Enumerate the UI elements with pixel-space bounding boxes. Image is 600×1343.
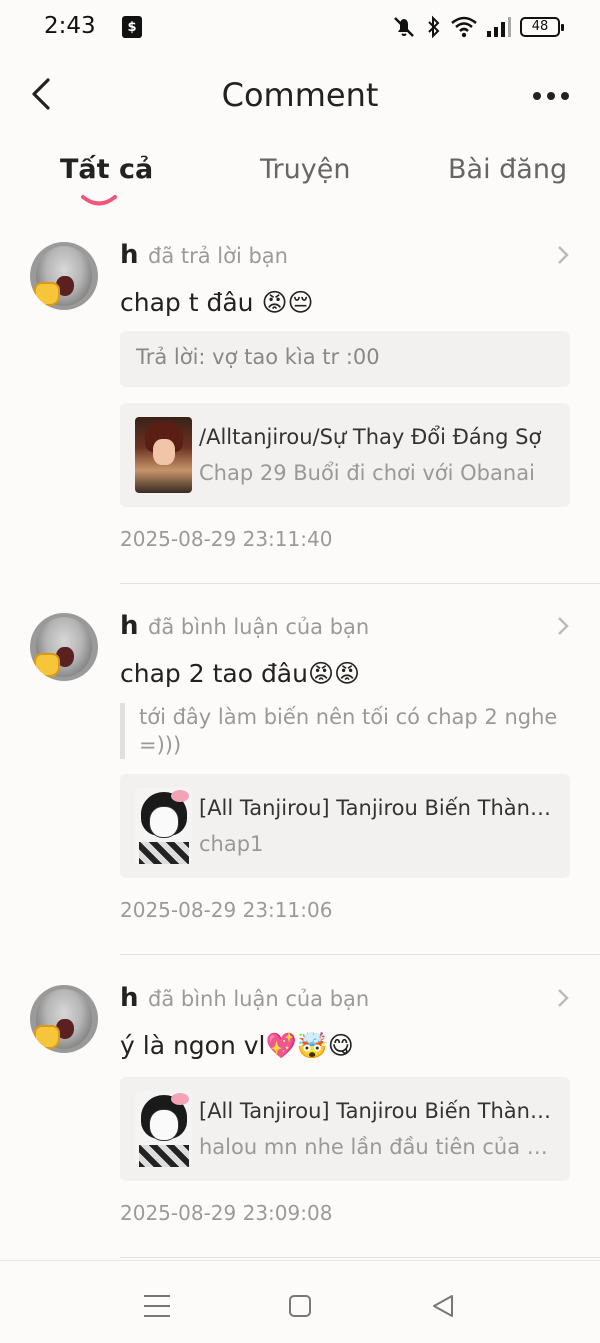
story-card[interactable]: /Alltanjirou/Sự Thay Đổi Đáng Sợ Chap 29… <box>120 403 570 507</box>
story-subtitle: halou mn nhe lần đầu tiên của em... <box>199 1135 559 1159</box>
home-icon[interactable] <box>289 1295 311 1317</box>
story-title: [All Tanjirou] Tanjirou Biến Thành ... <box>199 1099 559 1123</box>
dot-icon <box>561 92 569 100</box>
back-icon[interactable] <box>430 1293 456 1319</box>
story-card[interactable]: [All Tanjirou] Tanjirou Biến Thành ... c… <box>120 774 570 878</box>
story-subtitle: chap1 <box>199 832 264 856</box>
avatar[interactable] <box>30 242 98 310</box>
chevron-right-icon[interactable] <box>556 987 570 1009</box>
comment-text: chap 2 tao đâu😡😡 <box>120 659 361 688</box>
signal-icon <box>487 17 511 37</box>
shopping-bag-icon: $ <box>122 16 142 38</box>
cover-kimono <box>139 842 189 864</box>
divider <box>120 583 600 584</box>
action-text: đã bình luận của bạn <box>148 987 370 1011</box>
bluetooth-icon <box>428 15 440 39</box>
status-time: 2:43 <box>44 13 96 39</box>
cover-face <box>153 439 175 465</box>
story-cover-image <box>135 1091 192 1167</box>
quoted-comment: tới đây làm biến nên tối có chap 2 nghe … <box>120 703 560 759</box>
active-tab-indicator <box>81 195 117 206</box>
notification-item[interactable]: h đã trả lời bạn chap t đâu 😡😔 Trả lời: … <box>0 236 600 584</box>
notification-item[interactable]: h đã bình luận của bạn chap 2 tao đâu😡😡 … <box>0 607 600 955</box>
avatar[interactable] <box>30 613 98 681</box>
cover-kimono <box>139 1145 189 1167</box>
avatar[interactable] <box>30 985 98 1053</box>
chevron-right-icon[interactable] <box>556 244 570 266</box>
status-bar: 2:43 $ 48 <box>0 0 600 56</box>
cover-bow <box>171 790 189 802</box>
app-header: Comment <box>0 60 600 132</box>
cover-face <box>149 1109 179 1141</box>
tab-all[interactable]: Tất cả <box>60 154 153 185</box>
story-title: /Alltanjirou/Sự Thay Đổi Đáng Sợ <box>199 425 542 449</box>
story-card[interactable]: [All Tanjirou] Tanjirou Biến Thành ... h… <box>120 1077 570 1181</box>
user-name[interactable]: h <box>120 611 139 641</box>
timestamp: 2025-08-29 23:11:40 <box>120 527 333 551</box>
page-title: Comment <box>221 76 379 114</box>
tab-stories[interactable]: Truyện <box>260 154 350 185</box>
tab-posts[interactable]: Bài đăng <box>448 154 567 185</box>
mute-icon <box>394 17 414 37</box>
notification-item[interactable]: h đã bình luận của bạn ý là ngon vl💖🤯😋 [… <box>0 979 600 1259</box>
avatar-hand <box>34 282 60 306</box>
avatar-hand <box>34 653 60 677</box>
divider <box>120 1257 600 1258</box>
tab-bar: Tất cả Truyện Bài đăng <box>0 150 600 216</box>
system-nav-bar <box>0 1260 600 1343</box>
story-title: [All Tanjirou] Tanjirou Biến Thành ... <box>199 796 559 820</box>
cover-bow <box>171 1093 189 1105</box>
battery-icon: 48 <box>520 17 564 37</box>
reply-text: Trả lời: vợ tao kìa tr :00 <box>120 331 570 387</box>
user-name[interactable]: h <box>120 983 139 1013</box>
action-text: đã bình luận của bạn <box>148 615 370 639</box>
status-icons: 48 <box>390 14 564 40</box>
comment-text: ý là ngon vl💖🤯😋 <box>120 1031 354 1060</box>
user-name[interactable]: h <box>120 240 139 270</box>
dot-icon <box>533 92 541 100</box>
wifi-icon <box>451 16 477 38</box>
more-options-button[interactable] <box>530 80 572 112</box>
story-cover-image <box>135 788 192 864</box>
menu-icon[interactable] <box>144 1295 170 1317</box>
cover-face <box>149 806 179 838</box>
chevron-right-icon[interactable] <box>556 615 570 637</box>
story-cover-image <box>135 417 192 493</box>
timestamp: 2025-08-29 23:11:06 <box>120 898 333 922</box>
action-text: đã trả lời bạn <box>148 244 288 268</box>
story-subtitle: Chap 29 Buổi đi chơi với Obanai <box>199 461 535 485</box>
timestamp: 2025-08-29 23:09:08 <box>120 1201 333 1225</box>
comment-text: chap t đâu 😡😔 <box>120 288 314 317</box>
divider <box>120 954 600 955</box>
avatar-hand <box>34 1025 60 1049</box>
dot-icon <box>547 92 555 100</box>
